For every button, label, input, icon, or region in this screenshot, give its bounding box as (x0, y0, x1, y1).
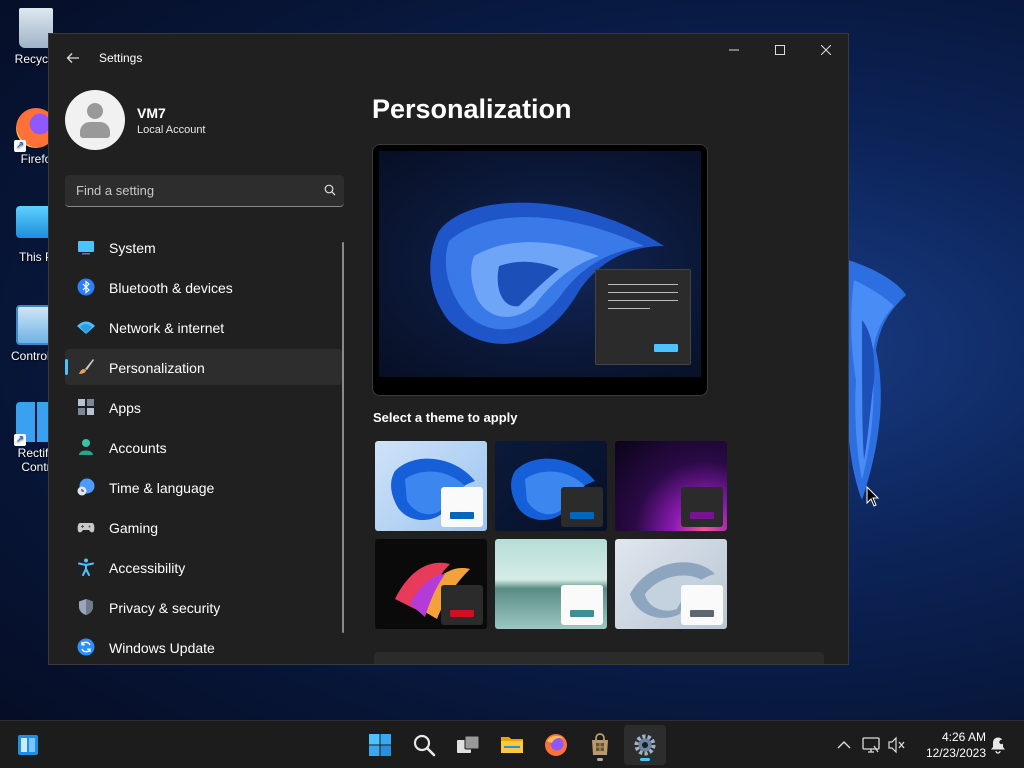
nav-item-label: Apps (109, 400, 141, 416)
running-indicator (597, 758, 603, 761)
nav-item-time-language[interactable]: Time & language (65, 469, 342, 505)
accounts-icon (79, 439, 93, 455)
taskbar-settings-button[interactable] (629, 729, 661, 761)
apps-icon (78, 399, 94, 415)
shortcut-arrow-icon: ↗ (14, 434, 26, 446)
start-icon (369, 734, 391, 756)
volume-button[interactable] (888, 736, 906, 754)
nav-item-label: Personalization (109, 360, 205, 376)
title-bar[interactable]: Settings (49, 34, 848, 82)
theme-tile-glow[interactable] (615, 441, 727, 531)
nav-item-accessibility[interactable]: Accessibility (65, 549, 342, 585)
store-icon (592, 733, 608, 755)
mouse-cursor-icon (866, 486, 880, 507)
theme-section-label: Select a theme to apply (373, 410, 518, 425)
theme-preview (372, 144, 708, 396)
taskbar: 4:26 AM 12/23/2023 (0, 720, 1024, 768)
system-icon (78, 241, 94, 255)
user-name: VM7 (137, 105, 166, 121)
nav-item-personalization[interactable]: Personalization (65, 349, 342, 385)
maximize-icon (775, 45, 785, 55)
nav-item-label: Privacy & security (109, 600, 221, 616)
taskbar-search-button[interactable] (408, 729, 440, 761)
file-explorer-icon (501, 737, 523, 753)
paintbrush-icon (79, 359, 94, 374)
theme-tile-captured-motion[interactable] (375, 539, 487, 629)
task-view-button[interactable] (452, 729, 484, 761)
window-title: Settings (99, 51, 143, 65)
taskbar-clock[interactable]: 4:26 AM 12/23/2023 (914, 729, 986, 761)
theme-tile-dark-bloom[interactable] (495, 441, 607, 531)
volume-muted-icon (888, 736, 905, 754)
back-button[interactable] (61, 46, 85, 70)
account-type: Local Account (137, 124, 206, 136)
firefox-icon (545, 734, 567, 756)
theme-tile-flow[interactable] (615, 539, 727, 629)
nav-item-label: Accessibility (109, 560, 186, 576)
preview-accent-button (654, 344, 678, 352)
avatar (65, 90, 125, 150)
nav-item-network[interactable]: Network & internet (65, 309, 342, 345)
settings-nav: System Bluetooth & devices Network & int… (65, 229, 342, 664)
back-arrow-icon (66, 53, 79, 63)
windows-update-icon (77, 638, 95, 656)
nav-item-bluetooth[interactable]: Bluetooth & devices (65, 269, 342, 305)
nav-item-apps[interactable]: Apps (65, 389, 342, 425)
search-input[interactable] (65, 175, 305, 206)
wifi-icon (77, 321, 95, 334)
accessibility-icon (78, 558, 94, 576)
notification-center-button[interactable] (989, 736, 1007, 754)
next-settings-card[interactable] (374, 652, 824, 664)
nav-item-gaming[interactable]: Gaming (65, 509, 342, 545)
maximize-button[interactable] (757, 34, 803, 66)
settings-window: Settings VM7 Local Account System Blueto… (48, 33, 849, 665)
theme-tile-light-bloom[interactable] (375, 441, 487, 531)
nav-item-windows-update[interactable]: Windows Update (65, 629, 342, 664)
store-button[interactable] (584, 729, 616, 761)
nav-item-label: System (109, 240, 156, 256)
notification-icon (991, 737, 1005, 754)
clock-time: 4:26 AM (941, 730, 986, 744)
time-language-icon (77, 478, 95, 496)
nav-item-label: Time & language (109, 480, 215, 496)
active-indicator (65, 359, 68, 375)
taskbar-firefox-button[interactable] (540, 729, 572, 761)
show-hidden-icons-button[interactable] (835, 736, 853, 754)
nav-item-label: Accounts (109, 440, 167, 456)
start-button[interactable] (364, 729, 396, 761)
task-view-icon (457, 735, 480, 753)
active-indicator (640, 758, 650, 761)
chevron-up-icon (837, 741, 851, 749)
shortcut-arrow-icon: ↗ (14, 140, 26, 152)
network-status-button[interactable] (862, 736, 880, 754)
network-icon (862, 737, 880, 753)
widgets-button[interactable] (12, 729, 44, 761)
clock-date: 12/23/2023 (925, 746, 986, 760)
nav-item-accounts[interactable]: Accounts (65, 429, 342, 465)
search-icon (413, 734, 436, 757)
preview-window (595, 269, 691, 365)
nav-scrollbar[interactable] (342, 242, 344, 633)
theme-tile-sunrise[interactable] (495, 539, 607, 629)
page-title: Personalization (372, 94, 572, 124)
minimize-button[interactable] (711, 34, 757, 66)
nav-item-label: Bluetooth & devices (109, 280, 233, 296)
search-icon[interactable] (324, 184, 336, 196)
widgets-icon (18, 735, 38, 755)
nav-item-label: Windows Update (109, 640, 215, 656)
bluetooth-icon (77, 278, 95, 296)
nav-item-privacy-security[interactable]: Privacy & security (65, 589, 342, 625)
file-explorer-button[interactable] (496, 729, 528, 761)
settings-icon (634, 734, 656, 756)
search-box (65, 175, 344, 207)
minimize-icon (729, 49, 739, 51)
nav-item-system[interactable]: System (65, 229, 342, 265)
gaming-icon (77, 523, 95, 533)
close-button[interactable] (803, 34, 848, 66)
shield-icon (79, 599, 93, 615)
nav-item-label: Network & internet (109, 320, 225, 336)
close-icon (820, 44, 832, 56)
nav-item-label: Gaming (109, 520, 159, 536)
